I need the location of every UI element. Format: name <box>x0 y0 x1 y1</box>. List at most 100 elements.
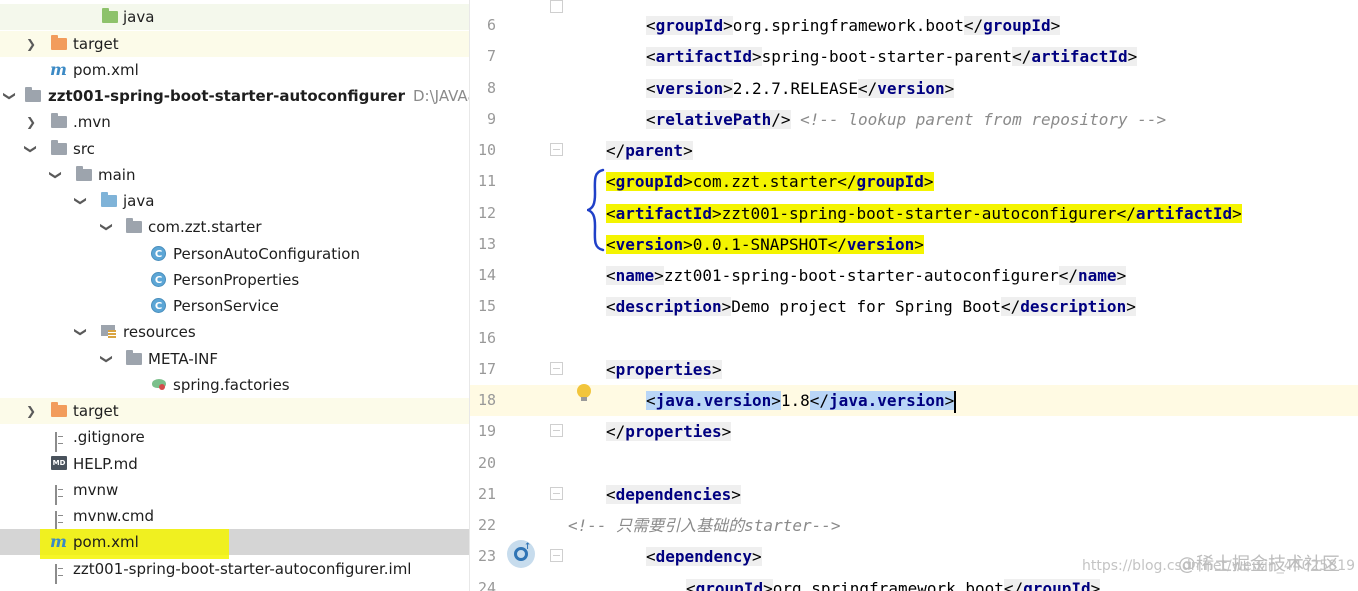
fold-marker-icon[interactable] <box>550 143 563 156</box>
line-number: 15 <box>477 297 496 315</box>
code-line-8: <version>2.2.7.RELEASE</version> <box>646 79 955 98</box>
class-icon: C <box>151 272 166 287</box>
code-line-7: <artifactId>spring-boot-starter-parent</… <box>646 47 1138 66</box>
folder-icon <box>76 166 93 183</box>
tree-item-label: spring.factories <box>173 376 290 394</box>
line-number: 6 <box>486 16 496 34</box>
tree-item-java-test[interactable]: java <box>0 4 469 30</box>
folder-orange-icon <box>51 35 68 52</box>
markdown-file-icon: MD <box>51 456 67 470</box>
chevron-down-icon[interactable] <box>24 136 38 162</box>
chevron-down-icon[interactable] <box>100 214 114 240</box>
tree-item-mvn[interactable]: .mvn <box>0 109 469 135</box>
chevron-right-icon[interactable] <box>24 31 38 57</box>
chevron-down-icon[interactable] <box>100 346 114 372</box>
code-line-19: </properties> <box>606 422 732 441</box>
tree-item-label: zzt001-spring-boot-starter-autoconfigure… <box>48 83 469 109</box>
code-line-22: <!-- 只需要引入基础的starter--> <box>568 516 841 535</box>
folder-icon <box>51 140 68 157</box>
code-line-17: <properties> <box>606 360 722 379</box>
chevron-down-icon[interactable] <box>3 83 17 109</box>
tree-item-pom-xml-overlay: m pom.xml <box>0 529 469 555</box>
folder-green-icon <box>102 8 119 25</box>
line-number: 10 <box>477 141 496 159</box>
override-gutter-icon[interactable] <box>507 538 535 568</box>
line-number: 19 <box>477 422 496 440</box>
iml-file-icon <box>55 564 57 584</box>
code-line-15: <description>Demo project for Spring Boo… <box>606 297 1136 316</box>
fold-marker-icon[interactable] <box>550 549 563 562</box>
tree-item-label: META-INF <box>148 350 219 368</box>
line-number: 14 <box>477 266 496 284</box>
chevron-down-icon[interactable] <box>74 319 88 345</box>
line-number: 8 <box>486 79 496 97</box>
line-number: 16 <box>477 329 496 347</box>
tree-item-class[interactable]: C PersonProperties <box>0 267 469 293</box>
text-file-icon <box>55 485 57 505</box>
code-line-11: <groupId>com.zzt.starter</groupId> <box>606 172 934 191</box>
code-line-13: <version>0.0.1-SNAPSHOT</version> <box>606 235 924 254</box>
tree-item-target[interactable]: target <box>0 31 469 57</box>
tree-item-label: resources <box>123 323 196 341</box>
lightbulb-icon[interactable] <box>577 384 591 401</box>
tree-item-module-root[interactable]: zzt001-spring-boot-starter-autoconfigure… <box>0 83 469 109</box>
tree-item-main[interactable]: main <box>0 162 469 188</box>
tree-item-label: target <box>73 402 119 420</box>
code-line-18: <java.version>1.8</java.version> <box>646 385 957 416</box>
fold-marker-icon[interactable] <box>550 0 563 13</box>
tree-item-help-md[interactable]: MD HELP.md <box>0 451 469 477</box>
tree-item-label: src <box>73 140 95 158</box>
code-editor[interactable]: 6 7 8 9 10 11 12 13 14 15 16 17 18 19 20… <box>470 0 1358 591</box>
tree-item-label: com.zzt.starter <box>148 218 262 236</box>
line-number: 11 <box>477 172 496 190</box>
line-number: 17 <box>477 360 496 378</box>
tree-item-src[interactable]: src <box>0 136 469 162</box>
line-number: 23 <box>477 547 496 565</box>
tree-item-pom-xml[interactable]: m pom.xml <box>0 57 469 83</box>
tree-item-label: PersonProperties <box>173 271 300 289</box>
code-line-6: <groupId>org.springframework.boot</group… <box>646 16 1061 35</box>
folder-icon <box>51 113 68 130</box>
tree-item-label: HELP.md <box>73 455 138 473</box>
tree-item-mvnw-cmd[interactable]: mvnw.cmd <box>0 503 469 531</box>
tree-item-iml[interactable]: zzt001-spring-boot-starter-autoconfigure… <box>0 556 469 584</box>
code-line-12: <artifactId>zzt001-spring-boot-starter-a… <box>606 204 1242 223</box>
tree-item-label: java <box>123 192 155 210</box>
tree-item-spring-factories[interactable]: spring.factories <box>0 372 469 398</box>
fold-marker-icon[interactable] <box>550 424 563 437</box>
fold-marker-icon[interactable] <box>550 362 563 375</box>
project-tree-panel[interactable]: java target m pom.xml zzt001-spring-boot… <box>0 0 470 591</box>
folder-blue-icon <box>101 192 118 209</box>
chevron-right-icon[interactable] <box>24 109 38 135</box>
code-line-14: <name>zzt001-spring-boot-starter-autocon… <box>606 266 1127 285</box>
text-file-icon <box>55 511 57 531</box>
watermark-site: @稀土掘金技术社区 <box>1178 554 1340 575</box>
tree-item-label: zzt001-spring-boot-starter-autoconfigure… <box>73 560 412 578</box>
line-number: 12 <box>477 204 496 222</box>
tree-item-package[interactable]: com.zzt.starter <box>0 214 469 240</box>
tree-item-gitignore[interactable]: .gitignore <box>0 424 469 452</box>
folder-icon <box>126 350 143 367</box>
tree-item-label: pom.xml <box>73 533 139 551</box>
tree-item-target[interactable]: target <box>0 398 469 424</box>
tree-item-mvnw[interactable]: mvnw <box>0 477 469 505</box>
tree-item-class[interactable]: C PersonAutoConfiguration <box>0 241 469 267</box>
tree-item-class[interactable]: C PersonService <box>0 293 469 319</box>
chevron-down-icon[interactable] <box>74 188 88 214</box>
line-number: 20 <box>477 454 496 472</box>
package-icon <box>126 218 143 235</box>
fold-marker-icon[interactable] <box>550 487 563 500</box>
chevron-down-icon[interactable] <box>49 162 63 188</box>
module-folder-icon <box>25 87 42 104</box>
class-icon: C <box>151 246 166 261</box>
tree-item-resources[interactable]: resources <box>0 319 469 345</box>
class-icon: C <box>151 298 166 313</box>
tree-item-label: pom.xml <box>73 61 139 79</box>
tree-item-label: .mvn <box>73 113 111 131</box>
module-path: D:\JAVAall\S| <box>413 87 469 105</box>
tree-item-meta-inf[interactable]: META-INF <box>0 346 469 372</box>
tree-item-java[interactable]: java <box>0 188 469 214</box>
chevron-right-icon[interactable] <box>24 398 38 424</box>
line-number: 13 <box>477 235 496 253</box>
line-number: 24 <box>477 579 496 591</box>
